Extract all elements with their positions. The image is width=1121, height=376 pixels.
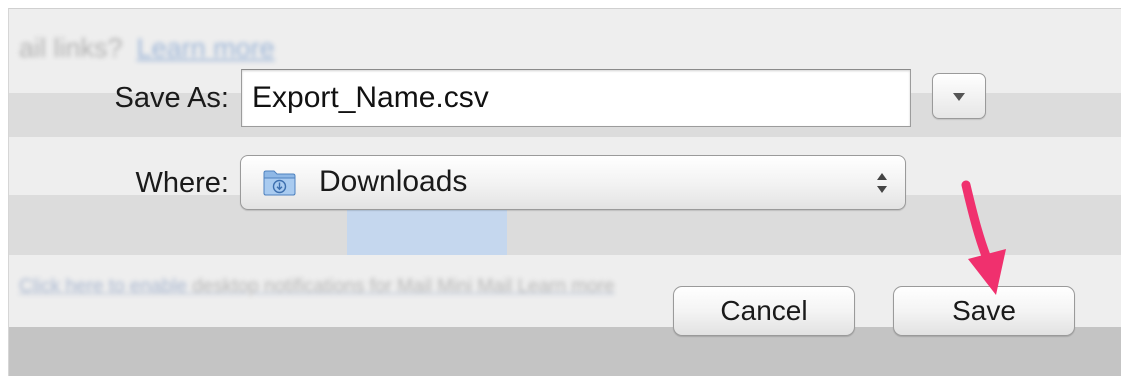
cancel-button[interactable]: Cancel <box>673 286 855 336</box>
downloads-folder-icon <box>263 170 296 196</box>
background-notice-text: desktop notifications for Mail Mini Mail… <box>186 276 615 297</box>
background-notice-link: Click here to enable <box>19 276 187 297</box>
filename-field[interactable] <box>241 69 911 127</box>
chevron-down-icon <box>953 93 965 101</box>
background-text-label: ail links? <box>19 33 123 63</box>
up-down-arrows-icon <box>877 173 887 193</box>
background-learn-more-link: Learn more <box>136 33 275 63</box>
save-as-label: Save As: <box>114 82 229 114</box>
where-label: Where: <box>135 167 229 199</box>
save-dialog: ail links? Learn more Click here to enabl… <box>8 8 1121 376</box>
where-popup-button[interactable]: Downloads <box>240 155 906 210</box>
background-text: ail links? Learn more <box>19 33 275 64</box>
annotation-arrow-icon <box>961 180 1006 295</box>
background-notice: Click here to enable desktop notificatio… <box>19 276 615 298</box>
expand-dialog-button[interactable] <box>932 73 986 119</box>
where-value: Downloads <box>319 165 468 198</box>
